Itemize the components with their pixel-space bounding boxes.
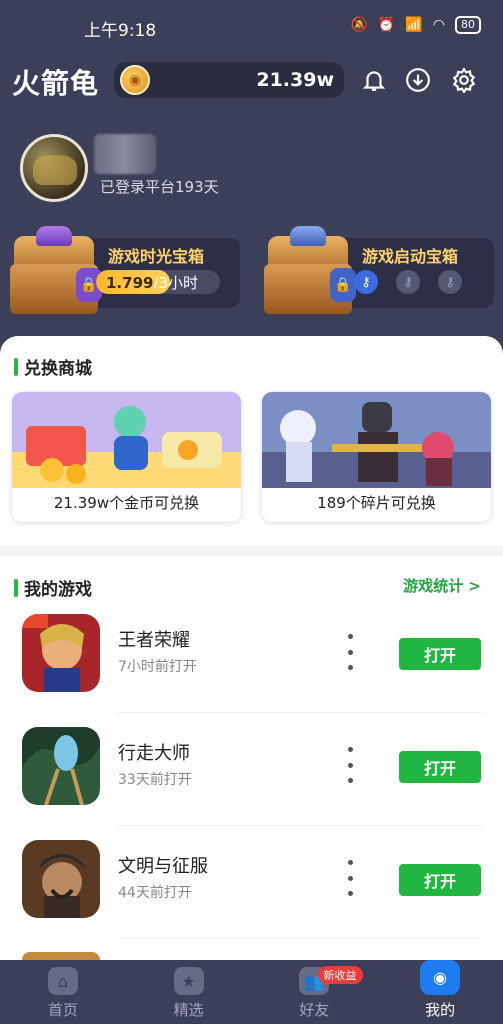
key-icon-empty: ⚷ <box>396 270 420 294</box>
game-name: 文明与征服 <box>118 856 208 877</box>
nav-label: 首页 <box>47 1001 78 1019</box>
coin-icon: ◉ <box>120 65 150 95</box>
wifi-icon: ◠ <box>432 17 445 33</box>
status-time: 上午9:18 <box>84 21 157 41</box>
game-last-opened: 44天前打开 <box>118 885 192 901</box>
game-launch-chest-card[interactable]: 🔒 游戏启动宝箱 ⚷ ⚷ ⚷ <box>264 226 496 314</box>
lock-icon: 🔒 <box>330 268 356 302</box>
status-icons: 🔕 ⏰ 📶 ◠ 80 <box>350 16 481 34</box>
bottom-nav: ⌂ 首页 ★ 精选 新收益 👥 好友 ◉ 我的 <box>0 960 503 1024</box>
more-options-icon[interactable] <box>344 747 356 783</box>
username-blurred <box>94 134 156 174</box>
home-icon: ⌂ <box>47 967 78 995</box>
game-last-opened: 7小时前打开 <box>118 659 197 675</box>
coin-balance-pill[interactable]: ◉ 21.39w <box>114 62 344 98</box>
login-days-text: 已登录平台193天 <box>100 178 219 196</box>
open-game-button[interactable]: 打开 <box>399 751 481 783</box>
fragment-exchange-label: 189个碎片可兑换 <box>317 494 436 512</box>
honor-of-kings-icon <box>22 614 100 692</box>
coin-exchange-label: 21.39w个金币可兑换 <box>53 494 200 512</box>
star-box-icon: ★ <box>173 967 204 995</box>
game-row[interactable]: 行走大师 33天前打开 打开 <box>0 727 503 839</box>
nav-label: 精选 <box>173 1001 204 1019</box>
shop-title: 兑换商城 <box>14 354 92 379</box>
game-name: 行走大师 <box>118 743 190 764</box>
game-stats-link[interactable]: 游戏统计 > <box>403 575 481 596</box>
treasure-chest-icon: 🔒 <box>10 226 102 314</box>
my-games-title: 我的游戏 <box>14 575 92 600</box>
status-bar: 上午9:18 🔕 ⏰ 📶 ◠ 80 <box>0 0 503 52</box>
coin-exchange-image <box>12 392 241 488</box>
nav-featured[interactable]: ★ 精选 <box>126 960 252 1024</box>
treasure-chest-icon: 🔒 <box>264 226 356 314</box>
more-options-icon[interactable] <box>344 634 356 670</box>
walk-master-icon <box>22 727 100 805</box>
chest-progress-rest: /3小时 <box>153 274 199 292</box>
signal-icon: 📶 <box>405 17 423 33</box>
battery-icon: 80 <box>455 16 481 34</box>
fragment-exchange-image <box>262 392 491 488</box>
chest-progress-bar: 1.799/3小时 <box>96 270 220 294</box>
key-icon-empty: ⚷ <box>438 270 462 294</box>
game-last-opened: 33天前打开 <box>118 772 192 788</box>
chest-progress-current: 1.799 <box>106 274 154 292</box>
divider <box>118 825 483 826</box>
game-row[interactable]: 文明与征服 44天前打开 打开 <box>0 840 503 952</box>
open-game-button[interactable]: 打开 <box>399 638 481 670</box>
open-game-button[interactable]: 打开 <box>399 864 481 896</box>
nav-home[interactable]: ⌂ 首页 <box>0 960 126 1024</box>
coin-balance: 21.39w <box>256 69 334 91</box>
gear-icon[interactable] <box>448 64 480 96</box>
civilization-conquest-icon <box>22 840 100 918</box>
divider <box>118 938 483 939</box>
game-row[interactable]: 王者荣耀 7小时前打开 打开 <box>0 614 503 726</box>
nav-label: 好友 <box>299 1001 330 1019</box>
new-earnings-badge: 新收益 <box>317 966 363 984</box>
key-icon-filled: ⚷ <box>354 270 378 294</box>
chest-title: 游戏时光宝箱 <box>108 247 205 266</box>
mute-icon: 🔕 <box>350 17 368 33</box>
nav-mine[interactable]: ◉ 我的 <box>377 960 503 1024</box>
alarm-icon: ⏰ <box>377 17 396 33</box>
game-time-chest-card[interactable]: 🔒 游戏时光宝箱 1.799/3小时 <box>10 226 242 314</box>
bell-icon[interactable] <box>358 64 390 96</box>
more-options-icon[interactable] <box>344 860 356 896</box>
profile-icon: ◉ <box>420 960 461 995</box>
coin-exchange-card[interactable]: 21.39w个金币可兑换 <box>12 392 241 522</box>
game-icon-partial <box>22 952 100 960</box>
nav-friends[interactable]: 新收益 👥 好友 <box>252 960 378 1024</box>
divider <box>118 712 483 713</box>
fragment-exchange-card[interactable]: 189个碎片可兑换 <box>262 392 491 522</box>
app-title: 火箭龟 <box>12 67 100 100</box>
game-name: 王者荣耀 <box>118 630 190 651</box>
nav-label: 我的 <box>425 1001 456 1019</box>
download-icon[interactable] <box>402 64 434 96</box>
avatar[interactable] <box>20 134 88 202</box>
chest-title: 游戏启动宝箱 <box>362 247 459 266</box>
chest-keys: ⚷ ⚷ ⚷ <box>354 270 462 294</box>
